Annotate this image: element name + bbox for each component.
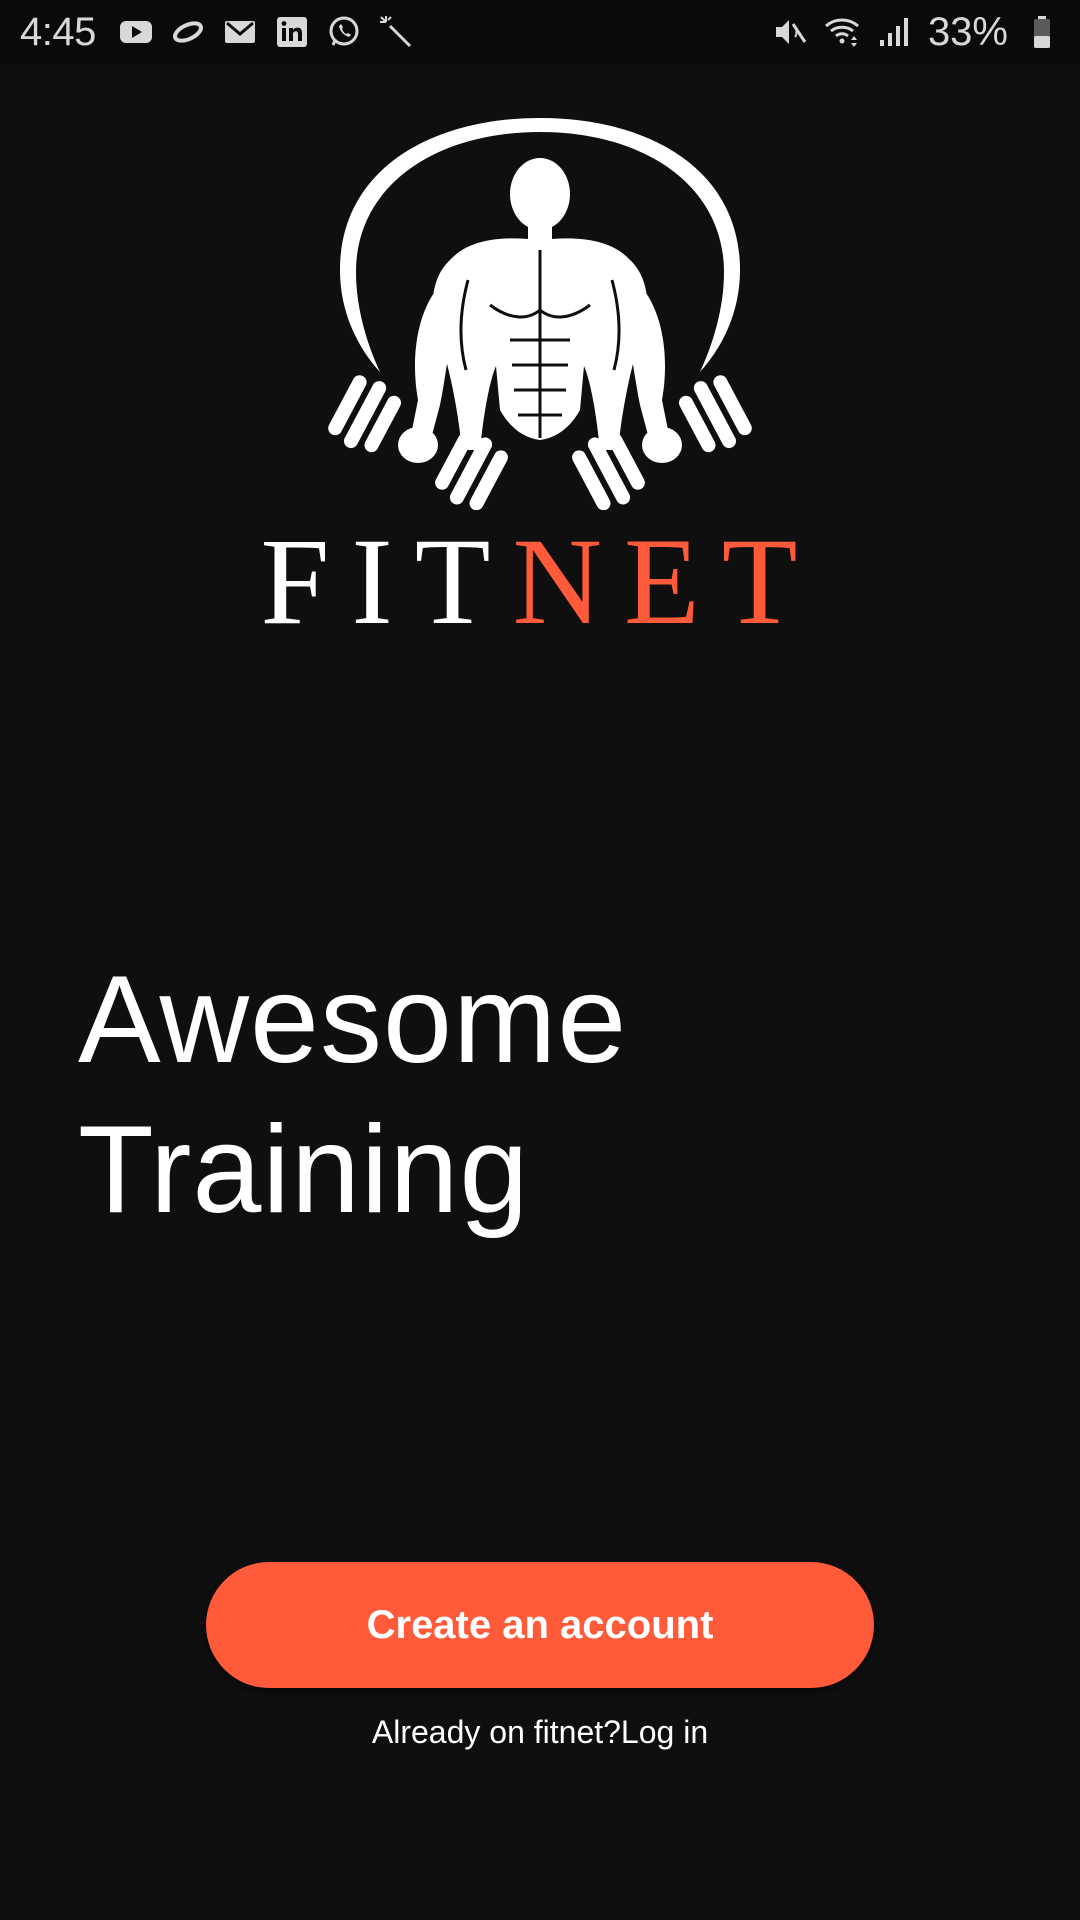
youtube-icon — [118, 14, 154, 50]
login-row: Already on fitnet?Log in — [0, 1714, 1080, 1751]
create-account-button[interactable]: Create an account — [206, 1562, 874, 1688]
mute-icon — [772, 14, 808, 50]
status-right: 33% — [772, 10, 1060, 55]
wifi-icon — [824, 14, 860, 50]
battery-icon — [1024, 14, 1060, 50]
status-time: 4:45 — [20, 9, 96, 54]
fitnet-wordmark: FITNET — [0, 520, 1080, 644]
headline-line-1: Awesome — [78, 951, 628, 1089]
linkedin-icon — [274, 14, 310, 50]
wordmark-net: NET — [512, 513, 820, 650]
whatsapp-icon — [326, 14, 362, 50]
headline-line-2: Training — [78, 1101, 530, 1239]
login-link[interactable]: Log in — [621, 1714, 708, 1750]
already-on-fitnet-text: Already on fitnet? — [371, 1714, 621, 1750]
headline: Awesome Training — [78, 945, 978, 1245]
magic-wand-icon — [378, 14, 414, 50]
gmail-icon — [222, 14, 258, 50]
battery-percent: 33% — [927, 9, 1008, 54]
status-bar: 4:45 33% — [0, 0, 1080, 64]
welcome-screen: 4:45 33% FITNET Awesome Training Create … — [0, 0, 1080, 1920]
wordmark-fit: FIT — [260, 513, 513, 650]
fitnet-logo-emblem — [300, 110, 780, 510]
signal-icon — [876, 14, 912, 50]
status-left: 4:45 — [20, 10, 414, 55]
link-icon — [170, 14, 206, 50]
